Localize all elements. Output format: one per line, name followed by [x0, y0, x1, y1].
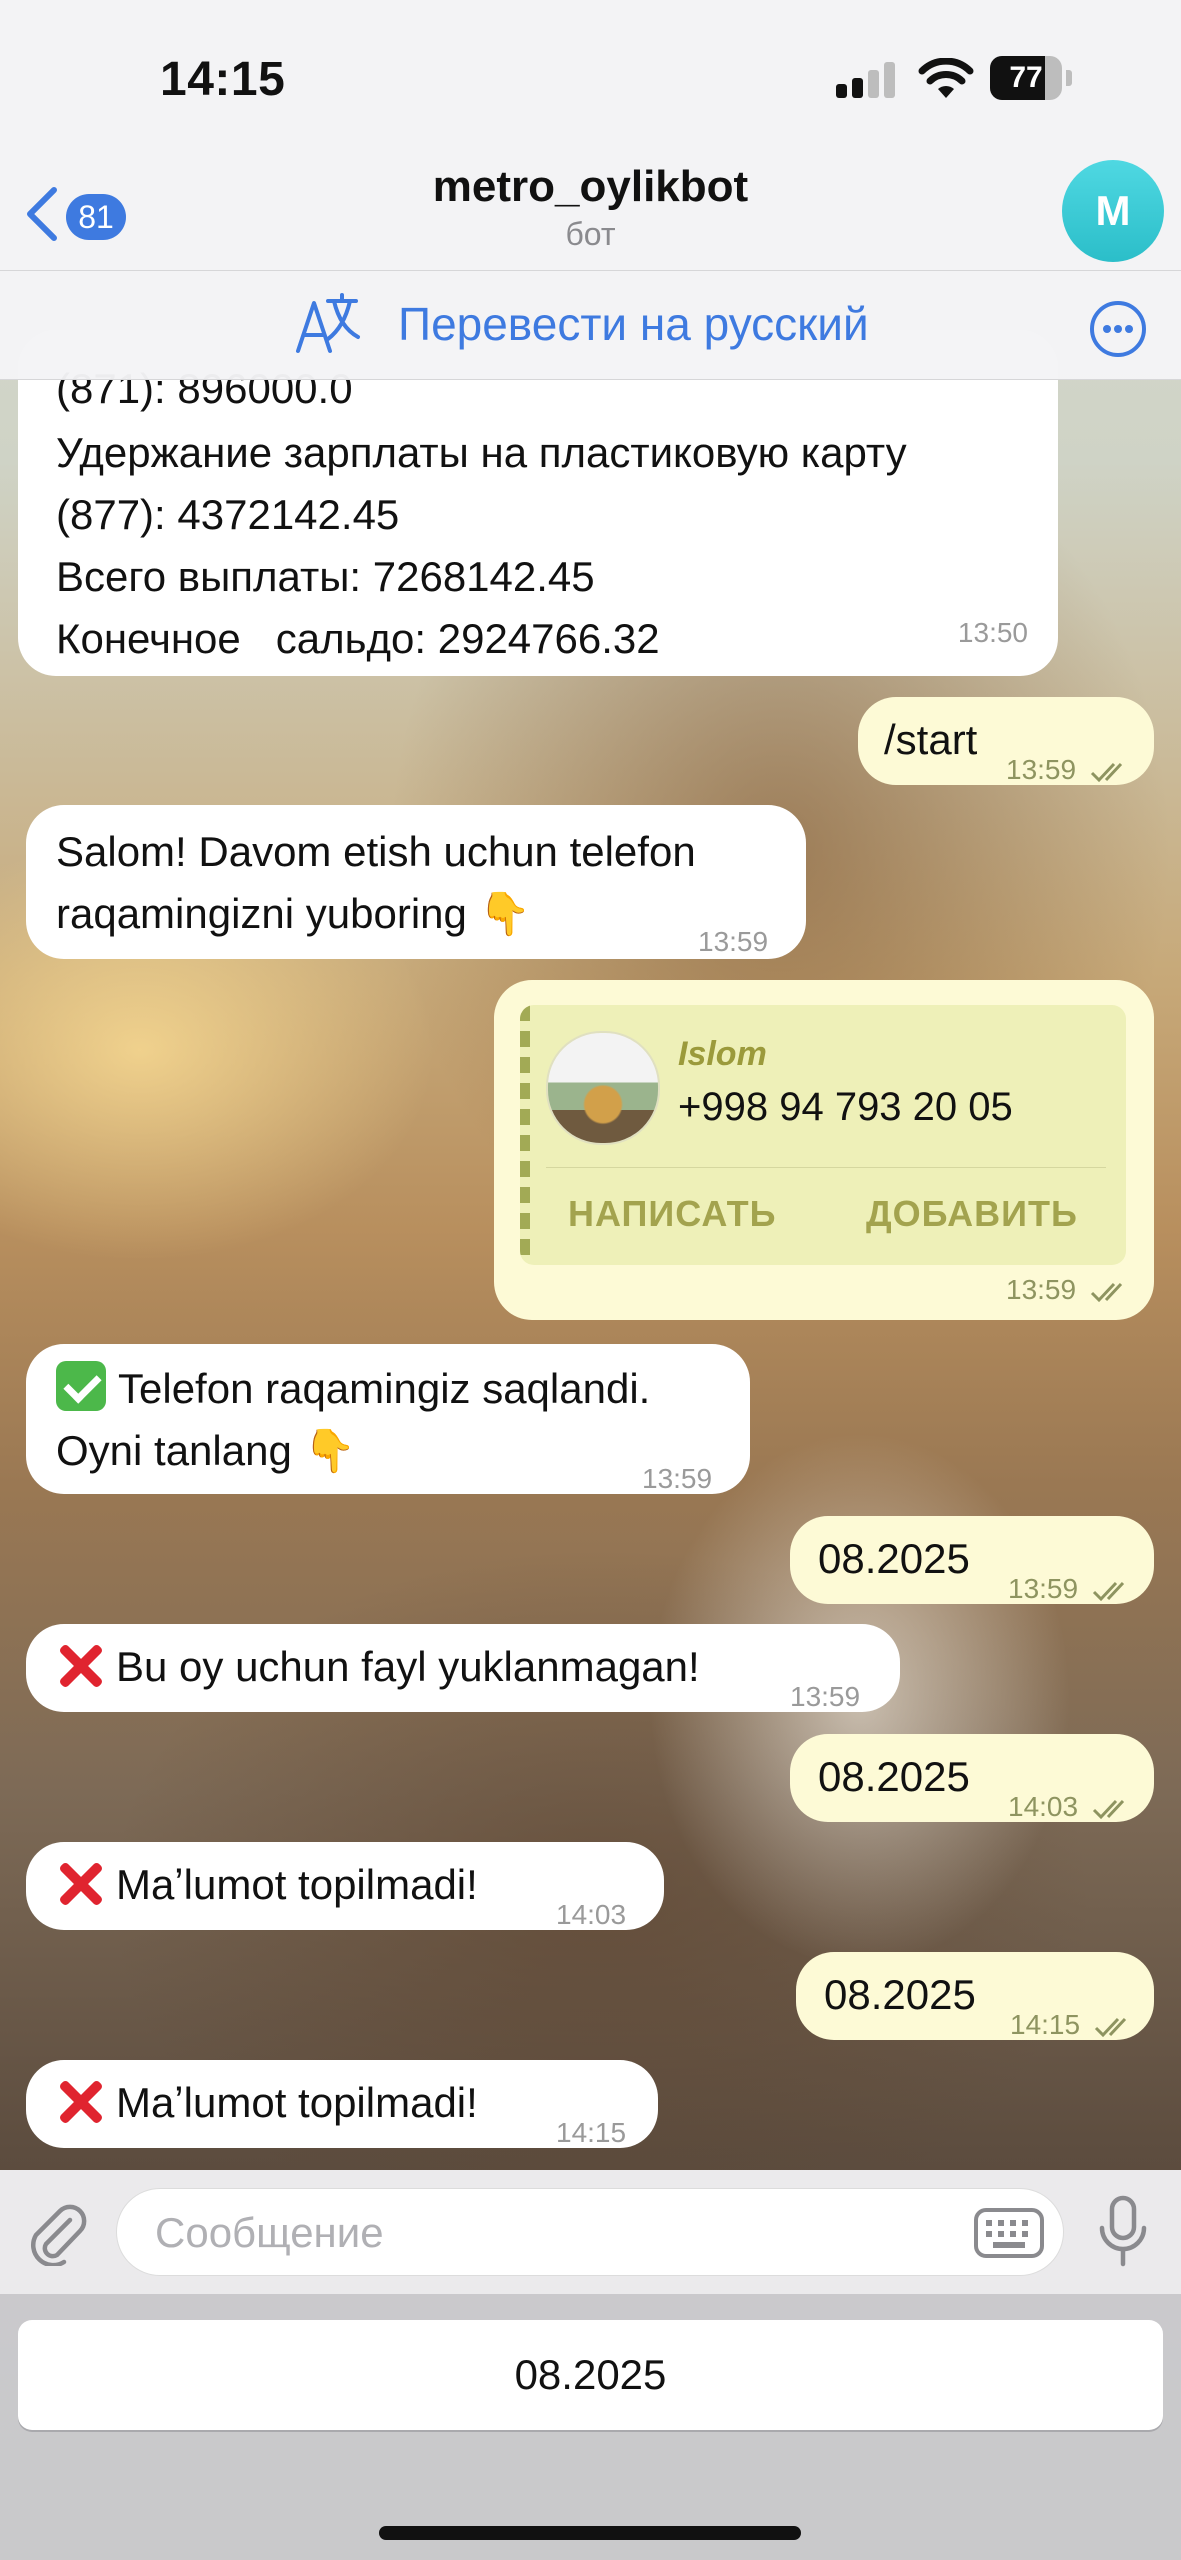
status-bar: 14:15 77 — [0, 0, 1181, 160]
message-input-field[interactable] — [116, 2188, 1064, 2276]
message-time-label: 13:59 — [1008, 1573, 1079, 1604]
bot-avatar[interactable]: M — [1062, 160, 1164, 262]
message-line: Oyni tanlang 👇 — [56, 1427, 356, 1474]
message-text: /start — [884, 716, 978, 763]
cross-mark-icon — [56, 1641, 104, 1689]
message-time: 13:59 — [1006, 739, 1132, 801]
contact-phone: +998 94 793 20 05 — [678, 1085, 1013, 1129]
message-bubble-outgoing[interactable]: 08.2025 14:15 — [796, 1952, 1154, 2040]
keyboard-icon[interactable] — [973, 2207, 1045, 2259]
message-bubble-incoming[interactable]: Maʼlumot topilmadi! 14:03 — [26, 1842, 664, 1930]
message-text: Maʼlumot topilmadi! — [116, 1861, 478, 1908]
check-mark-icon — [56, 1361, 106, 1411]
message-time: 13:59 — [642, 1463, 713, 1494]
message-bubble-incoming[interactable]: (871): 896000.0 Удержание зарплаты на пл… — [18, 330, 1058, 676]
message-line: Конечное сальдо: 2924766.32 — [56, 615, 660, 662]
translate-bar: Перевести на русский — [0, 271, 1181, 380]
message-time: 14:03 — [1008, 1776, 1134, 1838]
message-time: 13:50 — [957, 617, 1028, 648]
message-bubble-outgoing[interactable]: 08.2025 14:03 — [790, 1734, 1154, 1822]
message-bubble-incoming[interactable]: Maʼlumot topilmadi! 14:15 — [26, 2060, 658, 2148]
read-ticks-icon — [1094, 2017, 1126, 2037]
translate-icon — [296, 293, 360, 353]
status-time: 14:15 — [160, 53, 286, 106]
message-time: 13:59 — [698, 926, 769, 957]
message-time: 13:59 — [1008, 1558, 1134, 1620]
message-time: 14:15 — [1010, 1994, 1136, 2056]
message-time-label: 13:59 — [1006, 754, 1077, 785]
message-bubble-outgoing[interactable]: 08.2025 13:59 — [790, 1516, 1154, 1604]
message-time-label: 13:59 — [1006, 1274, 1077, 1305]
message-text: Bu oy uchun fayl yuklanmagan! — [116, 1643, 700, 1690]
message-time: 14:15 — [556, 2117, 627, 2148]
message-text: Telefon raqamingiz saqlandi. — [118, 1365, 651, 1412]
contact-write-button[interactable]: НАПИСАТЬ — [568, 1193, 776, 1235]
message-line: Maʼlumot topilmadi! — [56, 2072, 478, 2134]
contact-name: Islom — [678, 1035, 767, 1073]
message-line: (877): 4372142.45 — [56, 491, 400, 538]
signal-icon — [836, 62, 896, 98]
attach-icon[interactable] — [24, 2200, 90, 2266]
message-bubble-incoming[interactable]: Bu oy uchun fayl yuklanmagan! 13:59 — [26, 1624, 900, 1712]
read-ticks-icon — [1092, 1799, 1124, 1819]
message-text: 08.2025 — [818, 1753, 970, 1800]
message-bubble-outgoing[interactable]: /start 13:59 — [858, 697, 1154, 785]
home-indicator[interactable] — [379, 2526, 801, 2540]
message-time-label: 14:15 — [1010, 2009, 1081, 2040]
message-time: 14:03 — [556, 1899, 627, 1930]
message-bubble-incoming[interactable]: Salom! Davom etish uchun telefon raqamin… — [26, 805, 806, 959]
message-time-label: 14:03 — [1008, 1791, 1079, 1822]
message-line: Maʼlumot topilmadi! — [56, 1854, 478, 1916]
contact-divider — [546, 1167, 1106, 1168]
battery-percent: 77 — [1009, 61, 1043, 94]
composer-bar — [0, 2170, 1181, 2294]
message-line: raqamingizni yuboring 👇 — [56, 890, 531, 937]
message-line: Удержание зарплаты на пластиковую карту — [56, 429, 907, 476]
message-line: Bu oy uchun fayl yuklanmagan! — [56, 1636, 700, 1698]
cross-mark-icon — [56, 1859, 104, 1907]
more-icon[interactable] — [1088, 299, 1148, 359]
message-line: Всего выплаты: 7268142.45 — [56, 553, 595, 600]
battery-icon: 77 — [990, 56, 1074, 100]
chat-title[interactable]: metro_oylikbot — [0, 162, 1181, 212]
shared-contact-card[interactable]: Islom +998 94 793 20 05 НАПИСАТЬ ДОБАВИТ… — [520, 1005, 1126, 1265]
message-text: Maʼlumot topilmadi! — [116, 2079, 478, 2126]
read-ticks-icon — [1092, 1581, 1124, 1601]
chat-header: 81 metro_oylikbot бот M — [0, 160, 1181, 271]
message-text: 08.2025 — [824, 1971, 976, 2018]
chat-subtitle: бот — [565, 216, 616, 252]
message-time: 13:59 — [1006, 1274, 1132, 1306]
message-bubble-incoming[interactable]: Telefon raqamingiz saqlandi. Oyni tanlan… — [26, 1344, 750, 1494]
cross-mark-icon — [56, 2077, 104, 2125]
microphone-icon[interactable] — [1096, 2194, 1150, 2270]
message-text: 08.2025 — [818, 1535, 970, 1582]
contact-accent-stripe — [520, 1005, 530, 1265]
message-time: 13:59 — [790, 1681, 861, 1712]
read-ticks-icon — [1090, 762, 1122, 782]
message-line: Salom! Davom etish uchun telefon — [56, 828, 696, 875]
translate-button[interactable]: Перевести на русский — [398, 297, 869, 351]
reply-keyboard-button[interactable]: 08.2025 — [18, 2320, 1163, 2430]
contact-avatar — [546, 1031, 660, 1145]
message-line: Telefon raqamingiz saqlandi. — [56, 1358, 650, 1420]
bot-reply-keyboard: 08.2025 — [0, 2294, 1181, 2560]
contact-add-button[interactable]: ДОБАВИТЬ — [866, 1193, 1078, 1235]
read-ticks-icon — [1090, 1282, 1122, 1302]
message-input[interactable] — [153, 2207, 957, 2259]
wifi-icon — [918, 58, 974, 98]
